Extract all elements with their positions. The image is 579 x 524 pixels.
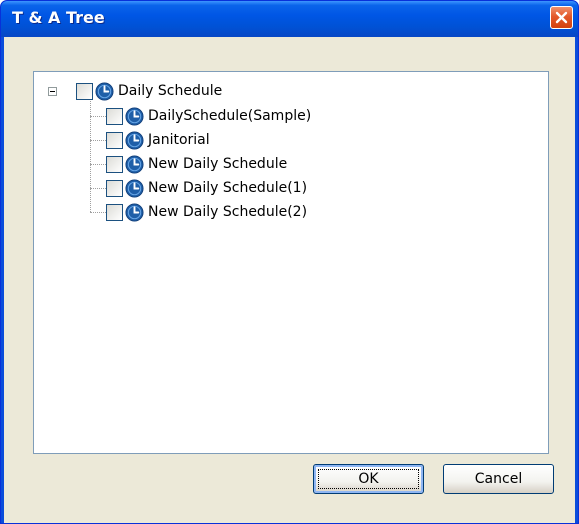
collapse-icon[interactable] bbox=[48, 87, 57, 96]
cancel-button-label: Cancel bbox=[474, 471, 523, 487]
tree-connector bbox=[90, 116, 106, 117]
tree-view[interactable]: Daily Schedule DailySchedule(Sample) Jan… bbox=[33, 71, 549, 454]
tree-checkbox[interactable] bbox=[106, 155, 123, 173]
tree-connector bbox=[90, 164, 106, 165]
close-button[interactable] bbox=[550, 6, 573, 29]
tree-child-node[interactable]: New Daily Schedule(2) bbox=[106, 201, 307, 223]
close-icon bbox=[555, 11, 568, 24]
dialog-body: Daily Schedule DailySchedule(Sample) Jan… bbox=[4, 37, 575, 523]
clock-icon bbox=[125, 154, 144, 174]
ok-button[interactable]: OK bbox=[313, 464, 424, 494]
tree-node-label[interactable]: Janitorial bbox=[148, 132, 210, 148]
clock-icon bbox=[95, 81, 114, 101]
tree-child-node[interactable]: New Daily Schedule(1) bbox=[106, 177, 307, 199]
tree-node-label[interactable]: DailySchedule(Sample) bbox=[148, 108, 311, 124]
clock-icon bbox=[125, 106, 144, 126]
tree-node-label[interactable]: New Daily Schedule(1) bbox=[148, 180, 307, 196]
tree-connector bbox=[90, 140, 106, 141]
cancel-button[interactable]: Cancel bbox=[443, 464, 554, 494]
tree-checkbox[interactable] bbox=[76, 82, 93, 100]
tree-checkbox[interactable] bbox=[106, 107, 123, 125]
dialog-window: T & A Tree Daily Schedule DailySchedule(… bbox=[0, 0, 579, 524]
clock-icon bbox=[125, 130, 144, 150]
tree-connector bbox=[90, 188, 106, 189]
tree-connector bbox=[90, 94, 91, 212]
tree-checkbox[interactable] bbox=[106, 179, 123, 197]
tree-node-label[interactable]: New Daily Schedule bbox=[148, 156, 287, 172]
tree-child-node[interactable]: New Daily Schedule bbox=[106, 153, 287, 175]
clock-icon bbox=[125, 178, 144, 198]
clock-icon bbox=[125, 202, 144, 222]
tree-checkbox[interactable] bbox=[106, 203, 123, 221]
tree-node-label[interactable]: Daily Schedule bbox=[118, 83, 222, 99]
tree-checkbox[interactable] bbox=[106, 131, 123, 149]
tree-root-node[interactable]: Daily Schedule bbox=[76, 80, 222, 102]
tree-child-node[interactable]: DailySchedule(Sample) bbox=[106, 105, 311, 127]
ok-button-label: OK bbox=[358, 471, 379, 487]
title-bar[interactable]: T & A Tree bbox=[1, 1, 578, 37]
tree-node-label[interactable]: New Daily Schedule(2) bbox=[148, 204, 307, 220]
tree-child-node[interactable]: Janitorial bbox=[106, 129, 210, 151]
tree-connector bbox=[90, 212, 106, 213]
window-title: T & A Tree bbox=[12, 8, 105, 27]
